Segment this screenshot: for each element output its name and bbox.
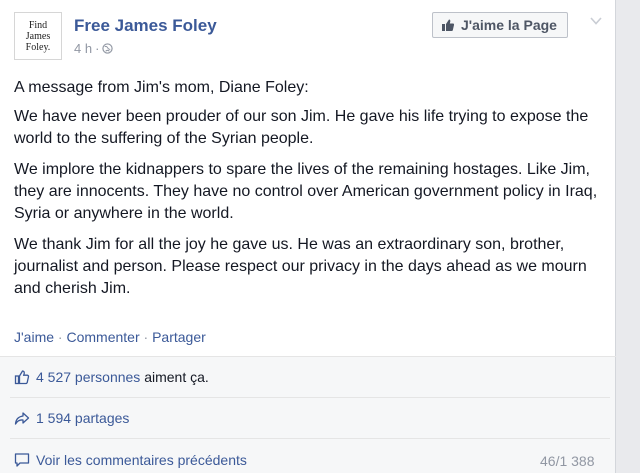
- avatar-text: Find James Foley.: [26, 20, 51, 53]
- post-meta: 4 h ·: [74, 41, 114, 56]
- divider: [0, 356, 616, 357]
- post-card: Find James Foley. Free James Foley 4 h ·…: [0, 0, 616, 473]
- share-link[interactable]: Partager: [152, 329, 206, 345]
- post-timestamp[interactable]: 4 h: [74, 41, 92, 56]
- like-page-button[interactable]: J'aime la Page: [432, 12, 568, 38]
- post-paragraph: We have never been prouder of our son Ji…: [14, 108, 589, 147]
- comment-link[interactable]: Commenter: [66, 329, 139, 345]
- action-separator: ·: [139, 329, 153, 345]
- divider: [10, 438, 610, 439]
- likes-suffix: aiment ça.: [140, 369, 209, 385]
- chevron-down-icon[interactable]: [589, 14, 603, 28]
- post-actions: J'aime · Commenter · Partager: [14, 329, 206, 345]
- avatar-line-2: James: [25, 30, 51, 42]
- thumbs-up-icon: [442, 19, 455, 31]
- divider: [10, 397, 610, 398]
- post-header: Find James Foley. Free James Foley 4 h ·…: [14, 12, 614, 60]
- action-separator: ·: [54, 329, 67, 345]
- shares-link[interactable]: 1 594 partages: [36, 410, 129, 426]
- share-arrow-icon: [14, 412, 30, 425]
- post-paragraph: A message from Jim's mom, Diane Foley:: [14, 79, 309, 96]
- thumbs-up-outline-icon: [14, 370, 30, 385]
- comment-bubble-icon: [14, 453, 30, 467]
- page-avatar[interactable]: Find James Foley.: [14, 12, 62, 60]
- avatar-line-1: Find: [28, 19, 48, 31]
- view-previous-comments-link[interactable]: Voir les commentaires précédents: [36, 452, 247, 468]
- likes-summary: 4 527 personnes aiment ça.: [14, 369, 209, 385]
- shares-summary: 1 594 partages: [14, 410, 129, 426]
- avatar-line-3: Foley.: [25, 41, 51, 53]
- post-paragraph: We implore the kidnappers to spare the l…: [14, 161, 598, 222]
- post-paragraph: We thank Jim for all the joy he gave us.…: [14, 236, 587, 297]
- post-message: A message from Jim's mom, Diane Foley: W…: [14, 77, 604, 309]
- globe-icon[interactable]: [102, 43, 114, 54]
- comment-count: 46/1 388: [540, 453, 595, 469]
- like-link[interactable]: J'aime: [14, 329, 54, 345]
- meta-separator: ·: [95, 41, 100, 56]
- comments-summary: Voir les commentaires précédents: [14, 452, 247, 468]
- likes-count-link[interactable]: 4 527 personnes: [36, 369, 140, 385]
- page-name-link[interactable]: Free James Foley: [74, 16, 217, 36]
- like-page-label: J'aime la Page: [461, 17, 557, 33]
